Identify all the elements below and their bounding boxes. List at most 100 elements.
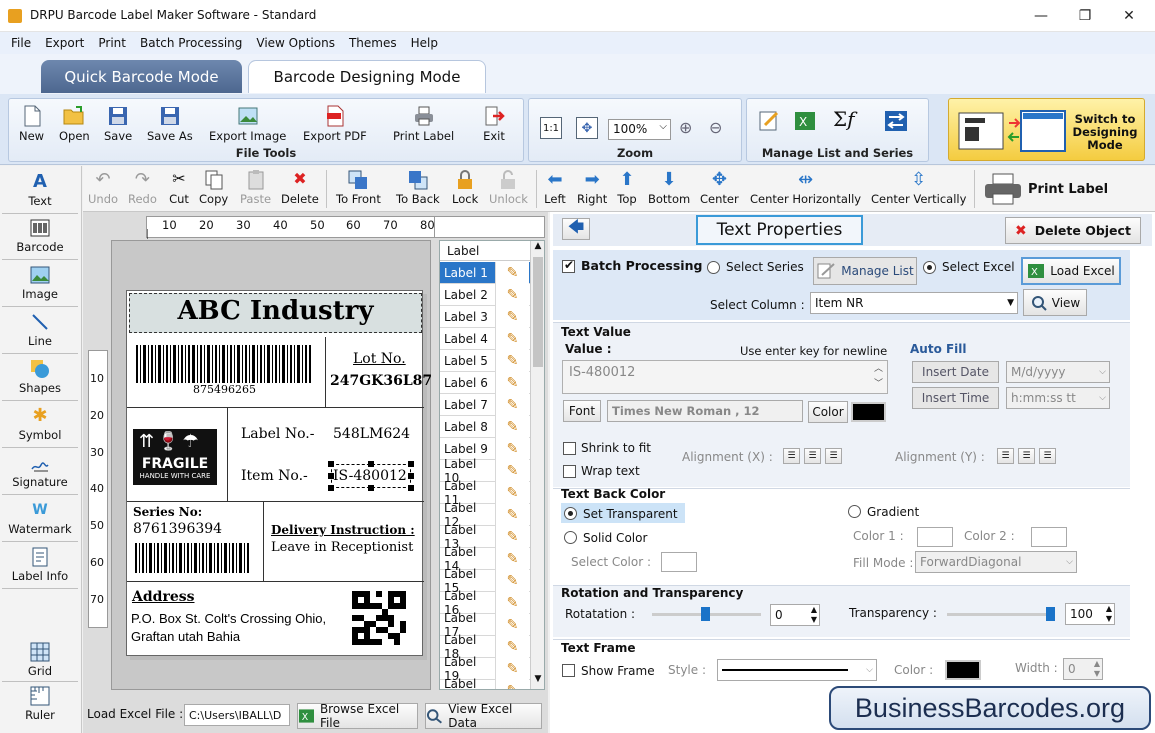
pencil-icon[interactable]: ✎ — [495, 591, 529, 614]
pencil-icon[interactable]: ✎ — [495, 349, 529, 372]
menu-view-options[interactable]: View Options — [249, 36, 342, 50]
insert-time-button[interactable]: Insert Time — [912, 387, 999, 409]
delivery-instruction-title[interactable]: Delivery Instruction : — [271, 523, 415, 537]
zoom-in-icon[interactable]: ⊕ — [679, 118, 692, 137]
select-excel-radio[interactable] — [923, 261, 936, 274]
color1-swatch[interactable] — [917, 527, 953, 547]
tool-text[interactable]: A Text — [2, 172, 78, 214]
selection-handle[interactable] — [368, 485, 374, 491]
pencil-icon[interactable]: ✎ — [495, 613, 529, 636]
copy-button[interactable]: Copy — [199, 169, 228, 206]
item-no-value[interactable]: IS-480012 — [333, 468, 407, 484]
barcode-2[interactable] — [135, 543, 251, 573]
barcode-1[interactable] — [136, 345, 312, 383]
pencil-icon[interactable]: ✎ — [495, 481, 529, 504]
pencil-icon[interactable]: ✎ — [495, 679, 529, 689]
exit-button[interactable]: Exit — [483, 105, 505, 143]
lot-title[interactable]: Lot No. — [353, 351, 406, 367]
edit-list-icon[interactable] — [757, 109, 781, 133]
to-front-button[interactable]: To Front — [336, 169, 381, 206]
tool-signature[interactable]: Signature — [2, 453, 78, 495]
address-line-1[interactable]: P.O. Box St. Colt's Crossing Ohio, — [131, 611, 326, 626]
redo-button[interactable]: ↷ Redo — [128, 169, 157, 206]
selection-handle[interactable] — [328, 473, 334, 479]
selection-handle[interactable] — [408, 473, 414, 479]
insert-date-button[interactable]: Insert Date — [912, 361, 999, 383]
formula-icon[interactable]: Σ𝑓 — [833, 107, 855, 131]
fit-to-window-icon[interactable]: ✥ — [576, 117, 598, 139]
menu-file[interactable]: File — [4, 36, 38, 50]
pencil-icon[interactable]: ✎ — [495, 525, 529, 548]
label-list-item[interactable]: Label 6 ✎ — [440, 371, 530, 394]
align-y-bottom-icon[interactable]: ☰ — [1039, 448, 1056, 464]
tool-watermark[interactable]: W Watermark — [2, 500, 78, 542]
undo-button[interactable]: ↶ Undo — [88, 169, 118, 206]
actual-size-icon[interactable]: 1:1 — [540, 117, 562, 139]
font-button[interactable]: Font — [563, 400, 601, 422]
maximize-button[interactable]: ❐ — [1062, 0, 1108, 32]
color2-swatch[interactable] — [1031, 527, 1067, 547]
frame-color-swatch[interactable] — [945, 660, 981, 680]
fill-mode-dropdown[interactable]: ForwardDiagonal ⌵ — [915, 551, 1077, 573]
label-list-item[interactable]: Label 5 ✎ — [440, 349, 530, 372]
export-image-button[interactable]: Export Image — [209, 105, 286, 143]
menu-export[interactable]: Export — [38, 36, 91, 50]
set-transparent-radio[interactable] — [564, 507, 577, 520]
text-color-button[interactable]: Color — [808, 401, 848, 423]
save-as-button[interactable]: Save As — [147, 105, 193, 143]
excel-icon[interactable]: X — [793, 109, 819, 133]
menu-print[interactable]: Print — [91, 36, 133, 50]
delete-button[interactable]: ✖ Delete — [281, 169, 319, 206]
print-label-ribbon-button[interactable]: Print Label — [393, 105, 454, 143]
align-y-middle-icon[interactable]: ☰ — [1018, 448, 1035, 464]
browse-excel-file-button[interactable]: X Browse Excel File — [297, 702, 418, 730]
manage-list-button[interactable]: Manage List — [813, 257, 917, 285]
load-excel-button[interactable]: X Load Excel — [1021, 257, 1121, 285]
pencil-icon[interactable]: ✎ — [495, 327, 529, 350]
label-list-item[interactable]: Label 4 ✎ — [440, 327, 530, 350]
frame-style-dropdown[interactable]: ⌵ — [717, 659, 877, 681]
wrap-text-checkbox[interactable] — [563, 465, 576, 478]
pencil-icon[interactable]: ✎ — [495, 305, 529, 328]
tab-quick-barcode-mode[interactable]: Quick Barcode Mode — [41, 60, 242, 93]
fragile-symbol[interactable]: ⇈🍷☂ FRAGILE HANDLE WITH CARE — [133, 429, 217, 485]
align-center-button[interactable]: ✥ Center — [700, 169, 739, 206]
lock-button[interactable]: Lock — [452, 169, 478, 206]
save-button[interactable]: Save — [104, 105, 132, 143]
align-top-button[interactable]: ⬆ Top — [616, 169, 638, 206]
scroll-down-icon[interactable]: ▼ — [531, 674, 544, 688]
selection-handle[interactable] — [408, 485, 414, 491]
pencil-icon[interactable]: ✎ — [495, 459, 529, 482]
tool-ruler[interactable]: Ruler — [2, 686, 78, 726]
selection-handle[interactable] — [328, 461, 334, 467]
align-bottom-button[interactable]: ⬇ Bottom — [648, 169, 690, 206]
paste-button[interactable]: Paste — [240, 169, 271, 206]
align-x-center-icon[interactable]: ☰ — [804, 448, 821, 464]
tool-shapes[interactable]: Shapes — [2, 359, 78, 401]
tool-grid[interactable]: Grid — [2, 642, 78, 682]
pencil-icon[interactable]: ✎ — [495, 371, 529, 394]
label-list-item[interactable]: Label 20 ✎ — [440, 677, 530, 689]
frame-width-spinner[interactable]: 0 ▲ ▼ — [1063, 658, 1103, 680]
selection-handle[interactable] — [408, 461, 414, 467]
to-back-button[interactable]: To Back — [396, 169, 440, 206]
pencil-icon[interactable]: ✎ — [495, 569, 529, 592]
tool-symbol[interactable]: ✱ Symbol — [2, 406, 78, 448]
solid-color-radio[interactable] — [564, 531, 577, 544]
series-value[interactable]: 8761396394 — [133, 521, 222, 537]
pencil-icon[interactable]: ✎ — [495, 635, 529, 658]
select-color-swatch[interactable] — [661, 552, 697, 572]
pencil-icon[interactable]: ✎ — [495, 547, 529, 570]
excel-path-field[interactable]: C:\Users\IBALL\D — [184, 704, 290, 726]
date-format-dropdown[interactable]: M/d/yyyy ⌵ — [1006, 361, 1110, 383]
menu-help[interactable]: Help — [404, 36, 445, 50]
cut-button[interactable]: ✂ Cut — [168, 169, 190, 206]
delivery-instruction-value[interactable]: Leave in Receptionist — [271, 540, 413, 555]
label-list-item[interactable]: Label 8 ✎ — [440, 415, 530, 438]
align-y-top-icon[interactable]: ☰ — [997, 448, 1014, 464]
tool-barcode[interactable]: Barcode — [2, 218, 78, 260]
item-no-title[interactable]: Item No.- — [241, 468, 308, 484]
tool-line[interactable]: Line — [2, 312, 78, 354]
selection-handle[interactable] — [328, 485, 334, 491]
series-title[interactable]: Series No: — [133, 505, 202, 519]
